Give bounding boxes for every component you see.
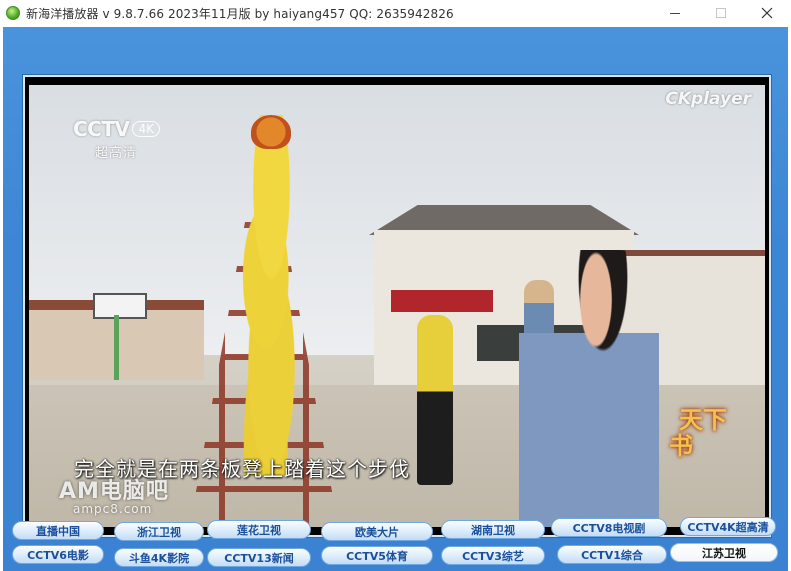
site-watermark: AM电脑吧 ampc8.com — [59, 473, 169, 516]
video-scene-banner — [391, 290, 493, 312]
show-logo: 天下 书 — [663, 407, 735, 469]
channel-button-cctv4k[interactable]: CCTV4K超高清 — [680, 517, 776, 536]
channel-button-western-movies[interactable]: 欧美大片 — [321, 522, 433, 541]
video-scene-performers — [214, 115, 329, 475]
cctv-logo-sub: 超高清 — [95, 146, 138, 161]
channel-button-hunan[interactable]: 湖南卫视 — [441, 520, 545, 539]
client-area: CKplayer CCTV 4K 超高清 完全就是在两条板凳上踏着这个步伐 天下 … — [3, 27, 788, 571]
channel-button-cctv6[interactable]: CCTV6电影 — [12, 545, 104, 564]
show-logo-line1: 天下 — [679, 405, 727, 434]
channel-button-cctv3[interactable]: CCTV3综艺 — [441, 546, 545, 565]
video-frame: CKplayer CCTV 4K 超高清 完全就是在两条板凳上踏着这个步伐 天下 … — [23, 75, 771, 537]
maximize-button[interactable] — [698, 0, 744, 26]
channel-button-zhibo-china[interactable]: 直播中国 — [12, 521, 104, 540]
window-title: 新海洋播放器 v 9.8.7.66 2023年11月版 by haiyang45… — [26, 6, 454, 21]
minimize-button[interactable] — [652, 0, 698, 26]
close-button[interactable] — [744, 0, 790, 26]
channel-button-cctv1[interactable]: CCTV1综合 — [557, 545, 667, 564]
channel-button-cctv13[interactable]: CCTV13新闻 — [207, 548, 311, 567]
channel-button-jiangsu[interactable]: 江苏卫视 — [670, 543, 778, 562]
video-scene-hoop-post — [114, 315, 119, 380]
close-icon — [761, 7, 773, 19]
cctv-logo-mark: CCTV — [73, 117, 130, 141]
site-watermark-name: AM电脑吧 — [59, 479, 169, 504]
ckplayer-watermark: CKplayer — [665, 89, 751, 109]
show-logo-line2: 书 — [669, 431, 693, 460]
video-player[interactable]: CKplayer CCTV 4K 超高清 完全就是在两条板凳上踏着这个步伐 天下 … — [29, 85, 765, 527]
video-scene-person — [417, 315, 453, 485]
channel-button-cctv5[interactable]: CCTV5体育 — [321, 546, 433, 565]
channel-button-cctv8[interactable]: CCTV8电视剧 — [551, 518, 667, 537]
maximize-icon — [716, 8, 726, 18]
channel-button-zhejiang[interactable]: 浙江卫视 — [114, 522, 204, 541]
video-scene-host — [519, 250, 659, 527]
video-scene-lion-head — [251, 115, 291, 149]
app-icon — [6, 6, 20, 20]
channel-button-douyu-4k[interactable]: 斗鱼4K影院 — [114, 548, 204, 567]
cctv4k-logo: CCTV 4K 超高清 — [73, 117, 173, 161]
video-scene-basketball-hoop — [93, 293, 147, 319]
cctv-logo-badge: 4K — [132, 121, 160, 137]
minimize-icon — [670, 12, 680, 14]
channel-button-lianhua[interactable]: 莲花卫视 — [207, 520, 311, 539]
